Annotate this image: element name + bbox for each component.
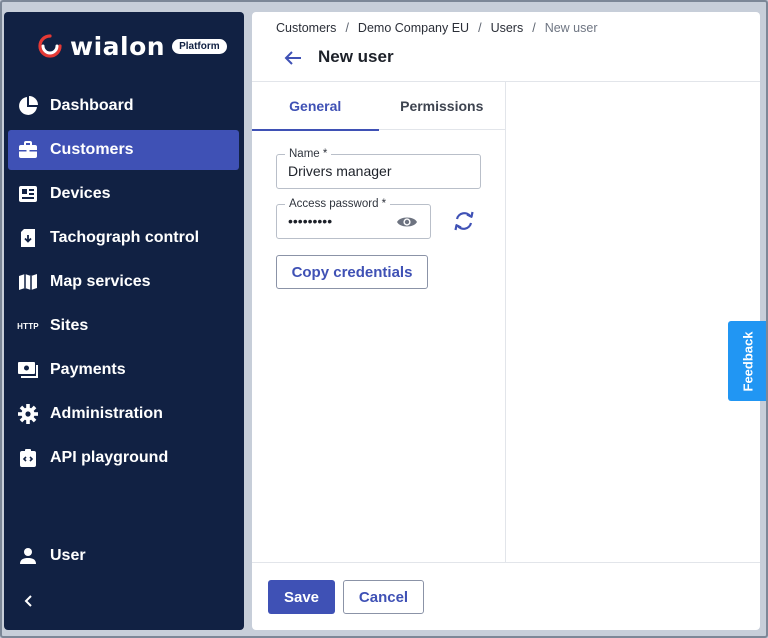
name-field-label: Name * — [285, 147, 332, 161]
wialon-logo[interactable]: wialon Platform — [36, 31, 227, 61]
eye-icon — [397, 217, 417, 227]
sidebar: wialon Platform Dashboard Customers Devi… — [4, 12, 244, 630]
access-password-field[interactable]: Access password * ••••••••• — [276, 197, 431, 239]
chevron-left-icon — [24, 595, 32, 607]
sidebar-item-api-playground[interactable]: API playground — [8, 438, 239, 478]
collapse-sidebar-button[interactable] — [18, 590, 40, 612]
sidebar-item-label: Administration — [50, 405, 163, 422]
arrow-left-icon — [284, 51, 301, 65]
logo-wordmark: wialon — [70, 31, 166, 61]
app-window: wialon Platform Dashboard Customers Devi… — [0, 0, 768, 638]
sidebar-item-label: Dashboard — [50, 97, 134, 114]
sidebar-item-map-services[interactable]: Map services — [8, 262, 239, 302]
http-icon: HTTP — [17, 321, 39, 331]
sidebar-item-devices[interactable]: Devices — [8, 174, 239, 214]
breadcrumb-link-demo-company[interactable]: Demo Company EU — [358, 21, 469, 35]
breadcrumb-separator: / — [345, 21, 349, 35]
sidebar-item-label: API playground — [50, 449, 169, 466]
breadcrumb-separator: / — [532, 21, 536, 35]
sidebar-item-customers[interactable]: Customers — [8, 130, 239, 170]
sidebar-item-payments[interactable]: Payments — [8, 350, 239, 390]
breadcrumb-link-customers[interactable]: Customers — [276, 21, 336, 35]
main-panel: Customers / Demo Company EU / Users / Ne… — [252, 12, 760, 630]
map-icon — [17, 271, 39, 293]
payments-icon — [17, 359, 39, 381]
sidebar-nav: Dashboard Customers Devices Tachograph c… — [8, 86, 239, 482]
footer-divider — [252, 562, 760, 563]
save-button[interactable]: Save — [268, 580, 335, 614]
tab-general[interactable]: General — [252, 82, 379, 131]
sidebar-item-label: Tachograph control — [50, 229, 200, 246]
access-password-input[interactable]: ••••••••• — [288, 213, 388, 229]
user-icon — [17, 545, 39, 567]
sidebar-item-label: Map services — [50, 273, 151, 290]
cancel-button[interactable]: Cancel — [343, 580, 424, 614]
sidebar-item-dashboard[interactable]: Dashboard — [8, 86, 239, 126]
show-password-button[interactable] — [396, 212, 418, 232]
breadcrumb-link-users[interactable]: Users — [491, 21, 524, 35]
gear-icon — [17, 403, 39, 425]
name-field[interactable]: Name * — [276, 147, 481, 189]
name-input[interactable] — [288, 163, 458, 179]
sidebar-item-label: Payments — [50, 361, 126, 378]
code-clipboard-icon — [17, 447, 39, 469]
copy-credentials-button[interactable]: Copy credentials — [276, 255, 428, 289]
sidebar-item-user[interactable]: User — [8, 536, 239, 576]
sidebar-item-label: Customers — [50, 141, 134, 158]
feedback-label: Feedback — [740, 331, 756, 391]
tab-permissions[interactable]: Permissions — [379, 82, 506, 130]
devices-card-icon — [17, 183, 39, 205]
sidebar-bottom: User — [8, 536, 239, 580]
tachograph-download-icon — [17, 227, 39, 249]
breadcrumb-current: New user — [544, 21, 598, 35]
sidebar-item-label: User — [50, 547, 86, 564]
sidebar-item-sites[interactable]: HTTP Sites — [8, 306, 239, 346]
briefcase-icon — [17, 139, 39, 161]
access-password-label: Access password * — [285, 197, 391, 211]
refresh-icon — [454, 211, 474, 231]
platform-badge: Platform — [172, 38, 227, 54]
sidebar-item-tachograph-control[interactable]: Tachograph control — [8, 218, 239, 258]
back-button[interactable] — [282, 47, 304, 69]
generate-password-button[interactable] — [452, 209, 476, 233]
breadcrumb: Customers / Demo Company EU / Users / Ne… — [276, 21, 598, 35]
breadcrumb-separator: / — [478, 21, 482, 35]
wialon-logo-icon — [38, 34, 62, 58]
tab-bar: General Permissions — [252, 82, 506, 131]
feedback-button[interactable]: Feedback — [728, 321, 766, 401]
page-title: New user — [318, 47, 394, 66]
sidebar-item-administration[interactable]: Administration — [8, 394, 239, 434]
pie-chart-icon — [17, 95, 39, 117]
column-divider — [505, 82, 506, 562]
sidebar-item-label: Sites — [50, 317, 89, 334]
sidebar-item-label: Devices — [50, 185, 111, 202]
